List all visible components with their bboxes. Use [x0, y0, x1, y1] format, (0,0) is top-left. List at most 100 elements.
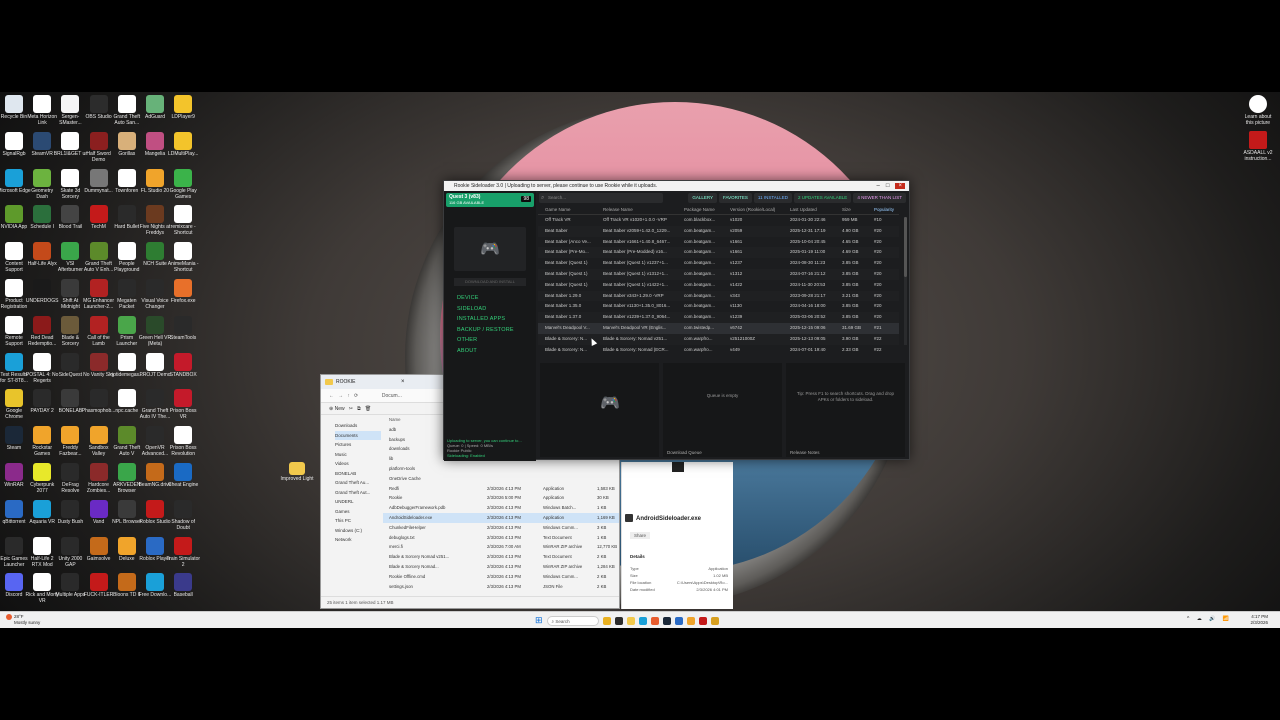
rookie-titlebar[interactable]: Rookie Sideloader 3.0 | Uploading to ser… — [444, 181, 909, 191]
table-row[interactable]: Marvel's Deadpool V... Marvel's Deadpool … — [538, 322, 899, 334]
column-header[interactable]: Release Name — [596, 205, 677, 215]
table-row[interactable]: Beat Saber 1.29.0 Beat Saber v343+1.29.0 … — [538, 290, 899, 302]
taskbar-app-icon[interactable] — [650, 616, 659, 625]
clock-date[interactable]: 2/3/2026 — [1250, 620, 1268, 626]
download-install-button[interactable]: DOWNLOAD AND INSTALL — [454, 278, 526, 286]
file-row[interactable]: platform-tools — [383, 464, 619, 474]
tray-icons[interactable]: ^ ☁ 🔊 📶 — [1187, 616, 1232, 622]
close-icon[interactable]: × — [895, 183, 905, 189]
column-header[interactable]: Popularity — [867, 205, 907, 215]
windows-start-icon[interactable]: ⊞ — [535, 615, 543, 626]
sidebar-item[interactable]: Windows (C:) — [335, 526, 381, 536]
taskbar-app-icon[interactable] — [626, 616, 635, 625]
taskbar-app-icon[interactable] — [710, 616, 719, 625]
file-row[interactable]: AndroidSideloader.exe 2/3/2026 4:13 PM App… — [383, 512, 619, 523]
table-scrollbar[interactable] — [904, 217, 907, 345]
taskbar-app-icon[interactable] — [602, 616, 611, 625]
desktop-icon[interactable]: Learn about this picture — [1241, 95, 1275, 126]
taskbar-app-icon[interactable] — [614, 616, 623, 625]
column-header[interactable]: Game Name — [538, 205, 596, 215]
forward-icon[interactable]: → — [338, 393, 343, 399]
menu-item-sideload[interactable]: SIDELOAD — [457, 304, 536, 315]
sidebar-item[interactable]: Documents — [335, 430, 381, 440]
taskbar-app-icon[interactable] — [674, 616, 683, 625]
share-button[interactable]: Share — [630, 532, 651, 539]
column-header[interactable]: Last Updated — [783, 205, 835, 215]
close-tab-icon[interactable]: × — [401, 375, 405, 389]
back-icon[interactable]: ← — [329, 393, 334, 399]
file-row[interactable]: ChunkedFileHelper 2/3/2026 4:13 PM Windows… — [383, 523, 619, 533]
scroll-thumb[interactable] — [904, 217, 907, 277]
rookie-sideloader-window[interactable]: Rookie Sideloader 3.0 | Uploading to ser… — [443, 180, 910, 461]
desktop-icon[interactable]: LDMultiPlay... — [166, 131, 200, 163]
menu-item-other[interactable]: OTHER — [457, 335, 536, 346]
desktop-icon[interactable]: Shadow of Doubt — [166, 499, 200, 531]
tab-favorites[interactable]: FAVORITES — [719, 192, 752, 203]
desktop-folder-improved-light[interactable]: Improved Light — [280, 462, 314, 488]
desktop-icon[interactable]: remixcare - Shortcut — [166, 205, 200, 236]
menu-item-installed-apps[interactable]: INSTALLED APPS — [457, 314, 536, 325]
address-bar[interactable]: Docum... — [382, 393, 402, 399]
search-input[interactable]: ⌕ Search... — [539, 192, 663, 203]
taskbar-app-icon[interactable] — [638, 616, 647, 625]
desktop-icon[interactable]: Cheat Engine — [166, 463, 200, 494]
menu-item-about[interactable]: ABOUT — [457, 346, 536, 357]
sidebar-item[interactable]: Grand Theft Au... — [335, 478, 381, 488]
desktop-icon[interactable]: Baseball — [166, 573, 200, 604]
sidebar-item[interactable]: Music — [335, 450, 381, 460]
delete-icon[interactable]: 🗑 — [365, 406, 371, 412]
tab-newer[interactable]: 4 NEWER THAN LIST — [853, 192, 906, 203]
file-row[interactable]: merci.fi 2/3/2026 7:00 AM WinRAR ZIP archi… — [383, 542, 619, 552]
cut-icon[interactable]: ✂ — [349, 406, 353, 412]
sidebar-item[interactable]: Games — [335, 507, 381, 517]
desktop-icon[interactable]: LDPlayer9 — [166, 95, 200, 126]
sidebar-item[interactable]: Grand Theft Aut... — [335, 488, 381, 498]
taskbar-app-icon[interactable] — [698, 616, 707, 625]
table-row[interactable]: Beat Saber (Quest 1) Beat Saber (Quest 1)… — [538, 258, 899, 269]
file-row[interactable]: debuglogs.txt 2/3/2026 4:13 PM Text Docume… — [383, 533, 619, 543]
tab-updates[interactable]: 2 UPDATES AVAILABLE — [794, 192, 852, 203]
column-header[interactable]: Size — [835, 205, 867, 215]
menu-item-backup-restore[interactable]: BACKUP / RESTORE — [457, 325, 536, 336]
sidebar-item[interactable]: Pictures — [335, 440, 381, 450]
file-row[interactable]: Blade & Sorcery Nomad... 2/3/2026 4:13 PM… — [383, 562, 619, 572]
desktop-icon[interactable]: Train Simulator 2 — [166, 536, 200, 568]
desktop-icon[interactable]: AnimeMania - Shortcut — [166, 242, 200, 273]
table-row[interactable]: Beat Saber (Pre-Mo... Beat Saber (Pre-Mod… — [538, 247, 899, 259]
up-icon[interactable]: ↑ — [347, 393, 350, 399]
desktop-icon[interactable]: ASDAALL v2 instruction... — [1241, 131, 1275, 162]
menu-item-device[interactable]: DEVICE — [457, 293, 536, 304]
sidebar-item[interactable]: Network — [335, 535, 381, 545]
table-row[interactable]: Off Track VR Off Track VR v1020+1.0.0 -VR… — [538, 215, 899, 226]
file-row[interactable]: settings.json 2/3/2026 4:13 PM JSON File 2 … — [383, 582, 619, 592]
desktop-icon[interactable]: Prison Boss VR — [166, 389, 200, 420]
table-row[interactable]: Beat Saber (Quest 1) Beat Saber (Quest 1)… — [538, 280, 899, 291]
table-row[interactable]: Beat Saber (Quest 1) Beat Saber (Quest 1)… — [538, 268, 899, 280]
table-row[interactable]: Beat Saber (Anco Ve... Beat Saber v1661+1… — [538, 237, 899, 248]
taskbar-app-icon[interactable] — [686, 616, 695, 625]
table-row[interactable]: Beat Saber Beat Saber v2059+1.42.0_1229..… — [538, 225, 899, 237]
sidebar-item[interactable]: UNDERL — [335, 497, 381, 507]
copy-icon[interactable]: ⧉ — [357, 406, 361, 412]
desktop-icon[interactable]: Firefox.exe — [166, 279, 200, 310]
file-row[interactable]: Blade & Sorcery Nomad v251... 2/3/2026 4:… — [383, 552, 619, 562]
desktop-icon[interactable]: STANDBOX — [166, 352, 200, 384]
tab-installed[interactable]: 11 INSTALLED — [753, 192, 793, 203]
sidebar-item[interactable]: This PC — [335, 516, 381, 526]
table-row[interactable]: Beat Saber 1.37.0 Beat Saber v1239+1.37.0… — [538, 312, 899, 323]
file-row[interactable]: Rookie 2/3/2026 5:00 PM Application 30 KB — [383, 493, 619, 503]
desktop-icon[interactable]: Prison Boss Revolution — [166, 426, 200, 457]
column-header[interactable]: Package Name — [677, 205, 723, 215]
file-row[interactable]: OneDrive Cache — [383, 474, 619, 484]
weather-widget[interactable]: 28°F Mostly sunny — [6, 614, 40, 625]
new-button[interactable]: ⊕ New — [329, 406, 345, 412]
sidebar-item[interactable]: BONELAB — [335, 469, 381, 479]
minimize-icon[interactable]: – — [877, 183, 886, 189]
desktop-icon[interactable]: Google Play Games — [166, 168, 200, 200]
device-card[interactable]: Quest 3 (v83) 116 GB AVAILABLE 98 — [446, 193, 534, 207]
sidebar-item[interactable]: Videos — [335, 459, 381, 469]
refresh-icon[interactable]: ⟳ — [354, 393, 358, 399]
table-row[interactable]: Beat Saber 1.35.0 Beat Saber v1130+1.35.0… — [538, 301, 899, 312]
column-header[interactable]: Version (Rookie/Local) — [723, 205, 783, 215]
file-row[interactable]: Rookie Offline.cmd 2/3/2026 4:13 PM Window… — [383, 572, 619, 582]
